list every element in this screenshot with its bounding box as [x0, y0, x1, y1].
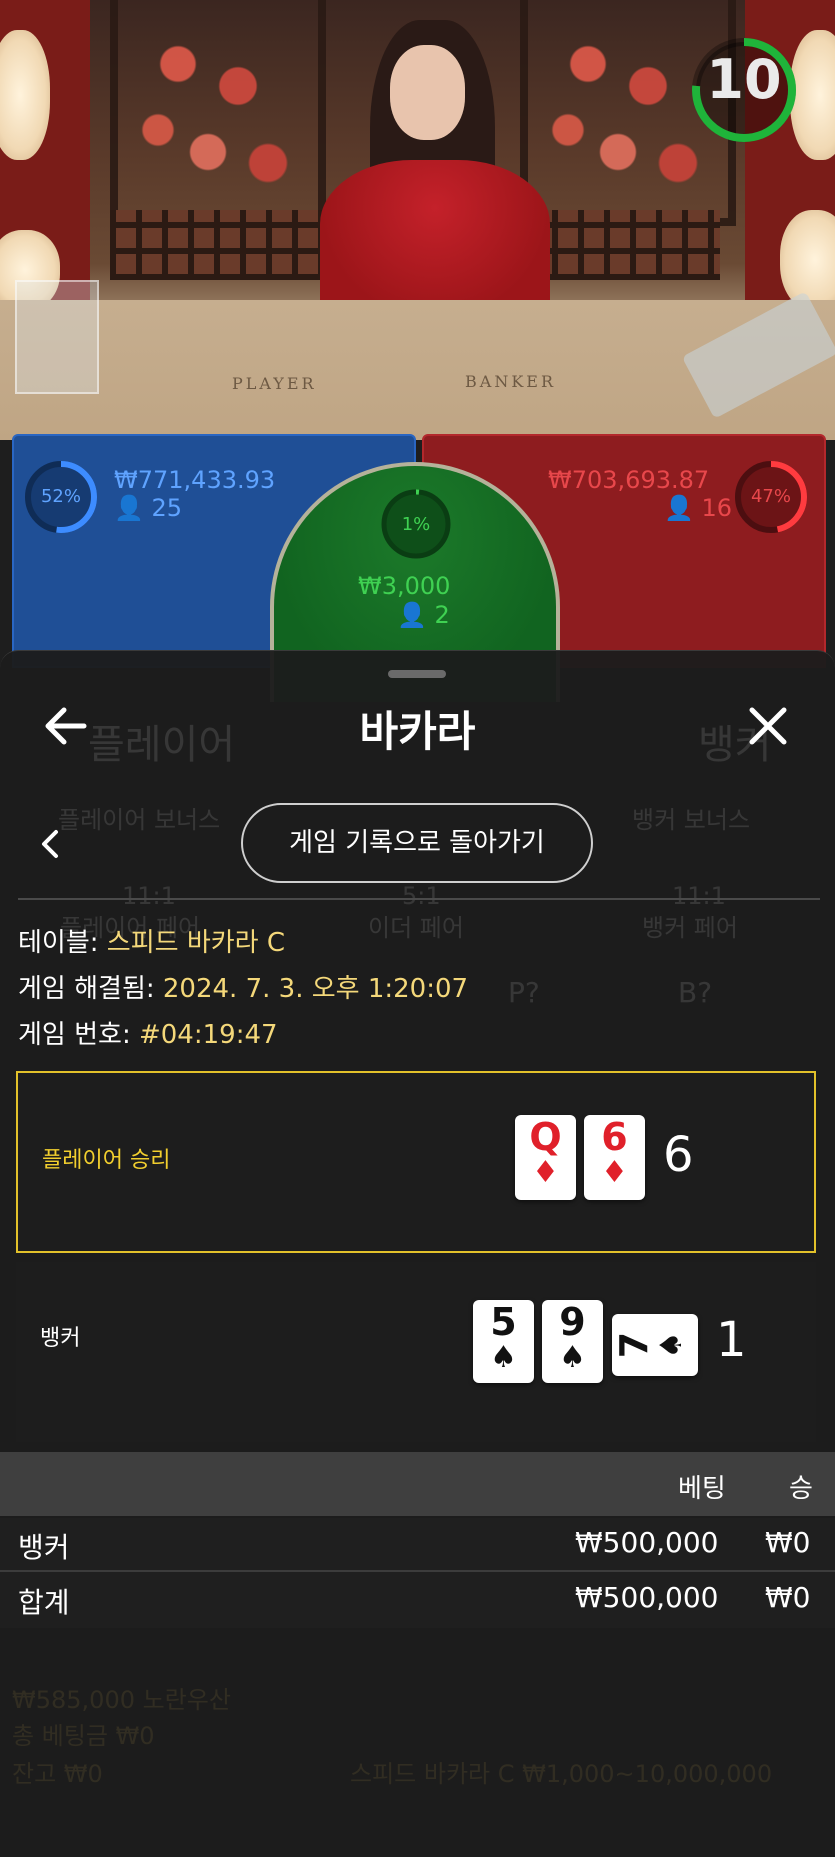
total-bet-amount: ₩500,000 — [575, 1581, 719, 1614]
game-number-label: 게임 번호: — [18, 1020, 139, 1050]
divider — [18, 898, 820, 900]
resolved-info: 게임 해결됨: 2024. 7. 3. 오후 1:20:07 — [18, 968, 468, 1005]
close-icon[interactable] — [748, 706, 788, 746]
resolved-value: 2024. 7. 3. 오후 1:20:07 — [162, 974, 469, 1004]
spade-icon: ♠ — [559, 1340, 586, 1375]
banker-card-1: 5 ♠ — [473, 1300, 534, 1383]
player-card-1: Q ♦ — [515, 1115, 576, 1200]
tie-bettors: 2 — [434, 601, 450, 629]
ghost-odds-right: 11:1 — [672, 882, 726, 910]
total-label: 합계 — [18, 1586, 70, 1619]
resolved-label: 게임 해결됨: — [18, 974, 163, 1004]
person-icon: 👤 — [397, 601, 427, 629]
row-win-amount: ₩0 — [765, 1526, 811, 1559]
ghost-p-question: P? — [508, 976, 540, 1009]
banker-percent: 47% — [750, 486, 791, 507]
game-number-info: 게임 번호: #04:19:47 — [18, 1014, 278, 1051]
ghost-b-question: B? — [678, 976, 713, 1009]
banker-card-3-rotated: 7 ♠ — [612, 1314, 698, 1376]
table-value: 스피드 바카라 C — [106, 928, 286, 958]
table-label: 테이블: — [18, 928, 107, 958]
chevron-left-icon[interactable] — [38, 828, 62, 860]
ghost-either-pair: 이더 페어 — [368, 914, 464, 942]
person-icon: 👤 — [664, 494, 694, 522]
player-result-label: 플레이어 승리 — [42, 1148, 171, 1173]
diamond-icon: ♦ — [532, 1155, 559, 1190]
card-rank: Q — [529, 1115, 562, 1159]
banker-result-label: 뱅커 — [40, 1326, 81, 1351]
banker-card-2: 9 ♠ — [542, 1300, 603, 1383]
player-bettor-count: 👤 25 — [114, 494, 182, 522]
sheet-title: 바카라 — [359, 707, 476, 756]
tie-total-amount: ₩3,000 — [358, 572, 451, 600]
row-bet-amount: ₩500,000 — [575, 1526, 719, 1559]
banker-bettors: 16 — [701, 494, 733, 522]
dealer — [320, 160, 550, 320]
tie-percent: 1% — [401, 514, 431, 535]
spade-icon: ♠ — [654, 1331, 689, 1359]
back-to-history-button[interactable]: 게임 기록으로 돌아가기 — [241, 803, 593, 883]
banker-bettor-count: 👤 16 — [664, 494, 732, 522]
card-rank: 5 — [490, 1300, 517, 1344]
spade-icon: ♠ — [490, 1340, 517, 1375]
player-percent: 52% — [40, 486, 81, 507]
ghost-table-limits: 스피드 바카라 C ₩1,000~10,000,000 — [350, 1760, 773, 1788]
ghost-odds-left: 11:1 — [122, 882, 176, 910]
ghost-balance: 잔고 ₩0 — [12, 1760, 103, 1788]
ghost-player-bonus: 플레이어 보너스 — [58, 806, 221, 834]
tie-bettor-count: 👤 2 — [397, 601, 450, 629]
ghost-banker-bonus: 뱅커 보너스 — [632, 806, 751, 834]
total-win-amount: ₩0 — [765, 1581, 811, 1614]
game-number-value: #04:19:47 — [138, 1020, 278, 1050]
table-info: 테이블: 스피드 바카라 C — [18, 922, 285, 959]
banker-score: 1 — [716, 1312, 747, 1368]
header-win: 승 — [789, 1474, 813, 1504]
round-timer: 10 — [706, 48, 782, 111]
lantern-left-top — [0, 30, 50, 160]
card-rank: 7 — [612, 1331, 656, 1359]
background-window-left — [110, 0, 326, 226]
felt-banker-mark: BANKER — [465, 372, 556, 391]
discard-holder — [15, 280, 99, 394]
player-card-2: 6 ♦ — [584, 1115, 645, 1200]
ghost-banker-pair: 뱅커 페어 — [642, 914, 738, 942]
person-icon: 👤 — [114, 494, 144, 522]
sheet-drag-handle[interactable] — [388, 670, 446, 678]
felt-player-mark: PLAYER — [232, 374, 317, 393]
card-rank: 6 — [601, 1115, 628, 1159]
ghost-odds-mid: 5:1 — [402, 882, 441, 910]
player-total-amount: ₩771,433.93 — [114, 466, 276, 494]
player-bettors: 25 — [151, 494, 183, 522]
ghost-balance-line: ₩585,000 노란우산 — [12, 1686, 231, 1714]
banker-total-amount: ₩703,693.87 — [548, 466, 710, 494]
ghost-total-bet: 총 베팅금 ₩0 — [12, 1722, 155, 1750]
header-bet: 베팅 — [678, 1474, 726, 1504]
diamond-icon: ♦ — [601, 1155, 628, 1190]
dealer-face — [390, 45, 465, 140]
card-rank: 9 — [559, 1300, 586, 1344]
row-bet-name: 뱅커 — [18, 1531, 70, 1564]
player-score: 6 — [663, 1127, 694, 1183]
